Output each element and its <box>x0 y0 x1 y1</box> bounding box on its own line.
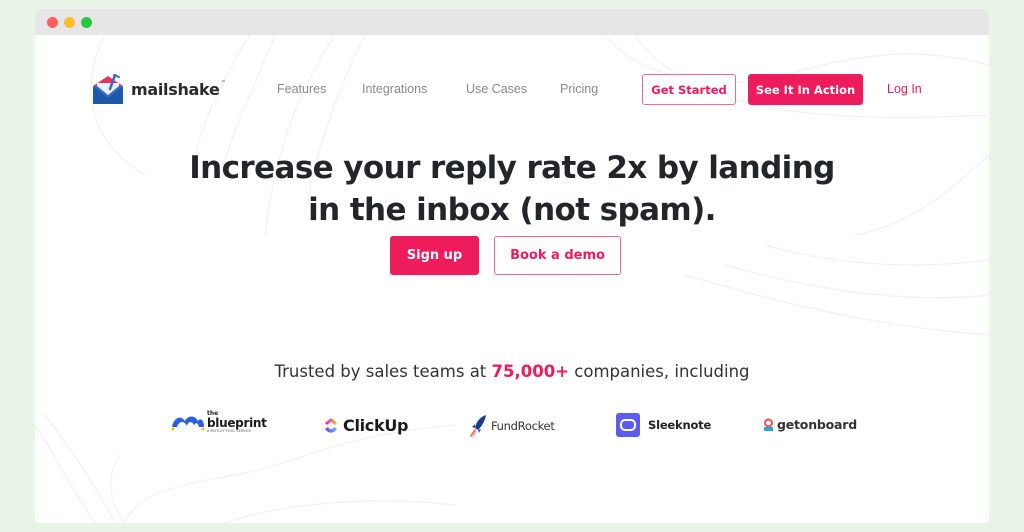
getonboard-name: getonboard <box>777 417 857 432</box>
trusted-by-text: Trusted by sales teams at 75,000+ compan… <box>35 362 989 381</box>
background-contour-pattern <box>35 35 989 523</box>
sign-up-button[interactable]: Sign up <box>390 236 479 275</box>
get-started-button[interactable]: Get Started <box>642 74 736 105</box>
hero-headline-line-1: Increase your reply rate 2x by landing <box>189 150 835 186</box>
hero-headline: Increase your reply rate 2x by landing i… <box>35 147 989 231</box>
nav-integrations[interactable]: Integrations <box>362 82 427 96</box>
blueprint-wordmark: the blueprint A MOTLEY FOOL SERVICE <box>207 411 267 434</box>
blueprint-name: blueprint <box>207 416 267 430</box>
login-link[interactable]: Log In <box>887 82 922 96</box>
mailshake-logo[interactable]: mailshake ™ <box>91 73 226 105</box>
nav-pricing[interactable]: Pricing <box>560 82 598 96</box>
nav-use-cases[interactable]: Use Cases <box>466 82 527 96</box>
logo-text: mailshake ™ <box>131 79 226 99</box>
getonboard-logo-icon <box>764 418 773 431</box>
nav-features[interactable]: Features <box>277 82 326 96</box>
book-demo-button[interactable]: Book a demo <box>494 236 621 275</box>
browser-window: mailshake ™ Features Integrations Use Cas… <box>35 9 989 523</box>
rocket-icon <box>470 415 486 438</box>
brand-clickup: ClickUp <box>323 415 408 435</box>
envelope-logo-icon <box>93 73 123 104</box>
blueprint-logo-icon <box>171 416 205 431</box>
close-window-button[interactable] <box>47 17 58 28</box>
hero-headline-line-2: in the inbox (not spam). <box>308 192 716 228</box>
brand-sleeknote: Sleeknote <box>616 413 711 437</box>
title-bar <box>35 9 989 35</box>
clickup-logo-icon <box>325 418 337 433</box>
sleeknote-name: Sleeknote <box>648 418 712 432</box>
brand-blueprint: the blueprint A MOTLEY FOOL SERVICE <box>171 411 267 434</box>
trusted-suffix: companies, including <box>569 362 750 381</box>
blueprint-subtitle: A MOTLEY FOOL SERVICE <box>207 429 252 433</box>
see-it-in-action-button[interactable]: See It In Action <box>748 74 863 105</box>
maximize-window-button[interactable] <box>81 17 92 28</box>
brand-getonboard: getonboard <box>763 417 857 432</box>
fundrocket-name: FundRocket <box>491 419 555 433</box>
clickup-name: ClickUp <box>343 415 409 435</box>
customer-count: 75,000+ <box>491 362 570 381</box>
trusted-prefix: Trusted by sales teams at <box>274 362 492 381</box>
brand-fundrocket: FundRocket <box>470 414 555 438</box>
minimize-window-button[interactable] <box>64 17 75 28</box>
sleeknote-logo-icon <box>616 413 640 437</box>
